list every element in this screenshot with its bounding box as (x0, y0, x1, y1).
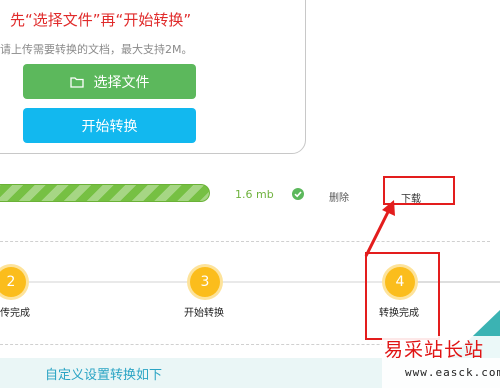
select-file-label: 选择文件 (93, 74, 150, 91)
watermark-url: www.easck.com (405, 366, 500, 379)
start-convert-button[interactable]: 开始转换 (23, 108, 196, 143)
step-3-label: 开始转换 (184, 308, 224, 319)
file-row: 1.6 mb 删除 下载 (0, 174, 500, 214)
download-link[interactable]: 下载 (401, 190, 421, 205)
delete-link[interactable]: 删除 (329, 189, 349, 204)
upload-hint: 请上传需要转换的文档，最大支持2M。 (0, 43, 193, 56)
step-complete-highlight-box (365, 252, 440, 340)
select-file-button[interactable]: 选择文件 (23, 64, 196, 99)
start-convert-label: 开始转换 (81, 118, 138, 135)
check-circle-icon (292, 188, 304, 200)
annotation-arrow-icon (364, 200, 395, 257)
step-2-label: 传完成 (0, 308, 30, 319)
upload-progress-bar (0, 184, 210, 202)
watermark-name: 易采站长站 (384, 339, 485, 361)
settings-title: 自定义设置转换如下 (45, 368, 163, 383)
upload-progress-fill (0, 184, 210, 202)
folder-icon (69, 76, 84, 88)
upload-instruction: 先“选择文件”再“开始转换” (10, 11, 192, 29)
step-3-circle: 3 (190, 267, 220, 297)
file-size: 1.6 mb (235, 188, 274, 201)
